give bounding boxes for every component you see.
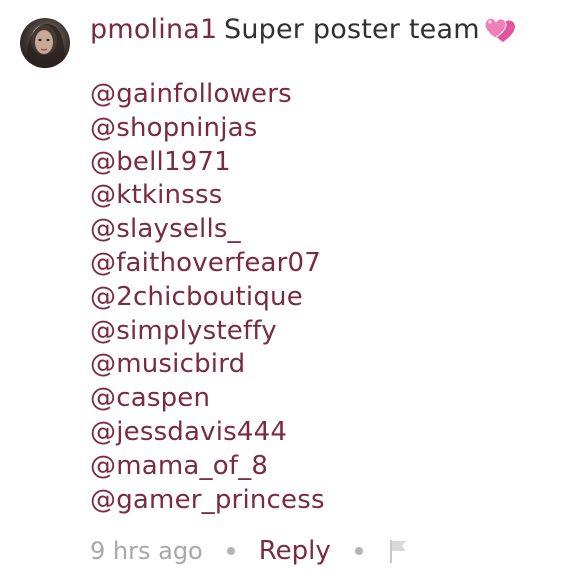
timestamp: 9 hrs ago: [90, 537, 203, 565]
mention-link[interactable]: @2chicboutique: [90, 281, 325, 315]
mention-link[interactable]: @slaysells_: [90, 213, 325, 247]
mention-link[interactable]: @gainfollowers: [90, 78, 325, 112]
mention-link[interactable]: @bell1971: [90, 146, 325, 180]
separator-dot: [354, 547, 363, 555]
heart-emoji-icon: [484, 17, 515, 42]
username-link[interactable]: pmolina1: [90, 11, 217, 49]
mention-link[interactable]: @musicbird: [90, 348, 325, 382]
comment: pmolina1 Super poster team @gainfollower…: [0, 0, 580, 580]
mention-link[interactable]: @simplysteffy: [90, 315, 325, 349]
mention-link[interactable]: @jessdavis444: [90, 416, 325, 450]
mention-link[interactable]: @ktkinsss: [90, 179, 325, 213]
mention-link[interactable]: @shopninjas: [90, 112, 325, 146]
avatar[interactable]: [20, 18, 70, 68]
mention-list: @gainfollowers @shopninjas @bell1971 @kt…: [90, 78, 325, 517]
mention-link[interactable]: @caspen: [90, 382, 325, 416]
mention-link[interactable]: @gamer_princess: [90, 484, 325, 518]
separator-dot: [226, 547, 235, 555]
mention-link[interactable]: @mama_of_8: [90, 450, 325, 484]
flag-icon[interactable]: [387, 538, 409, 564]
comment-text: Super poster team: [224, 14, 480, 45]
avatar-image: [26, 24, 65, 68]
mention-link[interactable]: @faithoverfear07: [90, 247, 325, 281]
reply-button[interactable]: Reply: [259, 536, 331, 566]
comment-footer: 9 hrs ago Reply: [90, 532, 409, 570]
